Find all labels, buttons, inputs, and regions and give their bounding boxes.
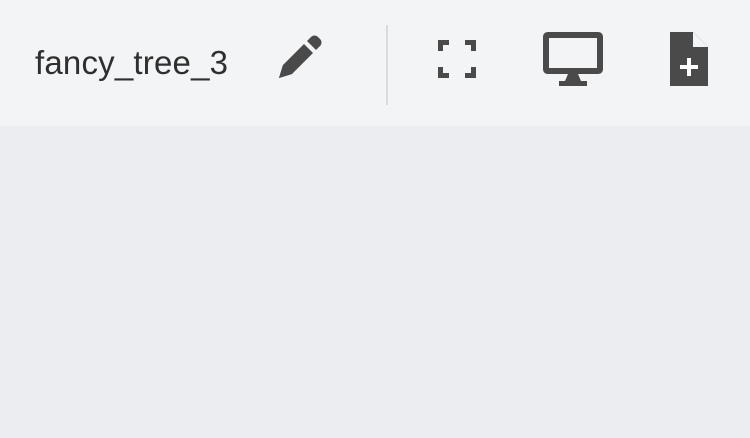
fullscreen-icon bbox=[438, 40, 476, 78]
new-file-button[interactable] bbox=[660, 28, 718, 90]
toolbar: fancy_tree_3 bbox=[0, 0, 750, 126]
fullscreen-button[interactable] bbox=[431, 33, 483, 85]
canvas-area bbox=[0, 126, 750, 438]
present-button[interactable] bbox=[540, 28, 606, 90]
file-add-icon bbox=[670, 32, 708, 86]
pencil-icon bbox=[279, 35, 322, 78]
edit-button[interactable] bbox=[270, 31, 326, 87]
monitor-icon bbox=[543, 32, 603, 86]
toolbar-divider bbox=[386, 25, 388, 105]
page-title: fancy_tree_3 bbox=[35, 44, 229, 81]
